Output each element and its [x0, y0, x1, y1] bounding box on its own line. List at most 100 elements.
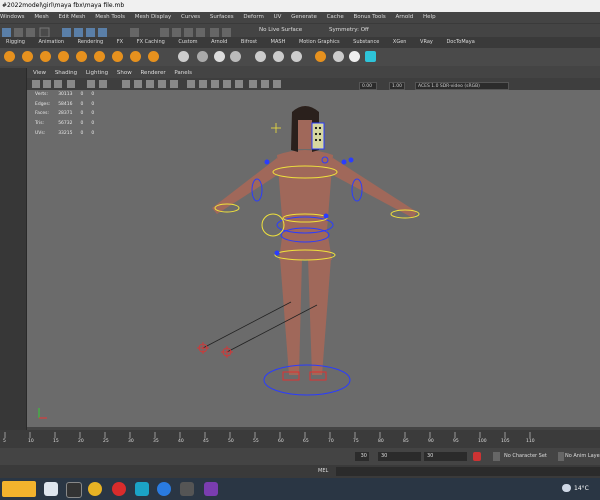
tab-substance[interactable]: Substance — [347, 37, 385, 48]
shelf-mesh-icon[interactable] — [197, 51, 208, 62]
lights-icon[interactable] — [158, 80, 166, 88]
tab-mash[interactable]: MASH — [265, 37, 292, 48]
tab-doctomaya[interactable]: DocToMaya — [440, 37, 480, 48]
tab-fx-caching[interactable]: FX Caching — [131, 37, 171, 48]
shelf-snake-icon[interactable] — [315, 51, 326, 62]
vp-menu-panels[interactable]: Panels — [174, 70, 192, 76]
render-view-icon[interactable] — [210, 28, 219, 37]
range-start-field[interactable]: 30 — [378, 452, 421, 461]
shelf-cube-icon[interactable] — [214, 51, 225, 62]
render-frame-icon[interactable] — [160, 28, 169, 37]
vp-menu-shading[interactable]: Shading — [55, 70, 77, 76]
snap-curve-icon[interactable] — [62, 28, 71, 37]
shelf-tool-icon[interactable] — [40, 51, 51, 62]
exposure-field[interactable]: 0.00 — [359, 82, 377, 90]
object-mode-icon[interactable] — [26, 28, 35, 37]
tab-xgen[interactable]: XGen — [387, 37, 413, 48]
vp-menu-show[interactable]: Show — [117, 70, 132, 76]
shelf-tool-icon[interactable] — [148, 51, 159, 62]
app-icon[interactable] — [204, 482, 218, 496]
shelf-tool-icon[interactable] — [58, 51, 69, 62]
dof-icon[interactable] — [249, 80, 257, 88]
gamma-field[interactable]: 1.00 — [389, 82, 405, 90]
tab-motion-graphics[interactable]: Motion Graphics — [293, 37, 346, 48]
tab-animation[interactable]: Animation — [33, 37, 71, 48]
xray-icon[interactable] — [199, 80, 207, 88]
render-settings-icon[interactable] — [184, 28, 193, 37]
history-icon[interactable] — [130, 28, 139, 37]
knee-pole-controls[interactable] — [197, 342, 233, 358]
snap-point-icon[interactable] — [74, 28, 83, 37]
menu-mesh-display[interactable]: Mesh Display — [135, 14, 172, 20]
hierarchy-icon[interactable] — [14, 28, 23, 37]
ipr-render-icon[interactable] — [172, 28, 181, 37]
aa-icon[interactable] — [235, 80, 243, 88]
menu-mesh[interactable]: Mesh — [34, 14, 48, 20]
shelf-skull-icon[interactable] — [349, 51, 360, 62]
shelf-deform-icon[interactable] — [273, 51, 284, 62]
time-slider[interactable]: 5 10 15 20 25 30 35 40 45 50 55 60 65 70… — [0, 430, 600, 448]
auto-key-icon[interactable] — [473, 452, 481, 461]
mel-label[interactable]: MEL — [318, 465, 328, 478]
motion-blur-icon[interactable] — [261, 80, 269, 88]
shelf-tool-icon[interactable] — [22, 51, 33, 62]
menu-help[interactable]: Help — [423, 14, 436, 20]
camera-icon[interactable] — [32, 80, 40, 88]
opera-icon[interactable] — [112, 482, 126, 496]
shelf-tool-icon[interactable] — [130, 51, 141, 62]
smooth-shade-icon[interactable] — [134, 80, 142, 88]
ao-icon[interactable] — [223, 80, 231, 88]
hypershade-icon[interactable] — [196, 28, 205, 37]
shelf-tool-icon[interactable] — [333, 51, 344, 62]
tab-custom[interactable]: Custom — [172, 37, 203, 48]
live-surface-label[interactable]: No Live Surface — [259, 24, 302, 37]
shelf-tool-icon[interactable] — [76, 51, 87, 62]
textured-icon[interactable] — [146, 80, 154, 88]
search-icon[interactable] — [44, 482, 58, 496]
menu-uv[interactable]: UV — [274, 14, 282, 20]
camera-attr-icon[interactable] — [43, 80, 51, 88]
shelf-sphere-icon[interactable] — [230, 51, 241, 62]
snap-view-icon[interactable] — [86, 28, 95, 37]
snap-surface-icon[interactable] — [98, 28, 107, 37]
shelf-tool-icon[interactable] — [4, 51, 15, 62]
menu-surfaces[interactable]: Surfaces — [210, 14, 234, 20]
shelf-star-icon[interactable] — [178, 51, 189, 62]
maya-icon[interactable] — [135, 482, 149, 496]
tab-rigging[interactable]: Rigging — [0, 37, 31, 48]
command-input[interactable] — [336, 467, 600, 476]
anim-layer-select[interactable]: No Anim Layer — [565, 448, 600, 465]
app-c-icon[interactable] — [157, 482, 171, 496]
range-end-field[interactable]: 30 — [424, 452, 467, 461]
menu-bonus-tools[interactable]: Bonus Tools — [353, 14, 385, 20]
tab-fx[interactable]: FX — [111, 37, 129, 48]
vp-menu-lighting[interactable]: Lighting — [86, 70, 108, 76]
tab-bifrost[interactable]: Bifrost — [235, 37, 263, 48]
menu-edit-mesh[interactable]: Edit Mesh — [59, 14, 86, 20]
weather-widget-icon[interactable] — [2, 481, 36, 497]
menu-mesh-tools[interactable]: Mesh Tools — [95, 14, 125, 20]
menu-deform[interactable]: Deform — [243, 14, 263, 20]
film-gate-icon[interactable] — [99, 80, 107, 88]
tab-rendering[interactable]: Rendering — [72, 37, 110, 48]
shelf-deform-icon[interactable] — [255, 51, 266, 62]
gamma-icon[interactable] — [273, 80, 281, 88]
menu-cache[interactable]: Cache — [327, 14, 344, 20]
image-plane-icon[interactable] — [67, 80, 75, 88]
shelf-tool-icon[interactable] — [112, 51, 123, 62]
locator-icon[interactable] — [271, 123, 281, 133]
select-mode-icon[interactable] — [2, 28, 11, 37]
character-set-select[interactable]: No Character Set — [504, 448, 547, 465]
wireframe-icon[interactable] — [122, 80, 130, 88]
snap-grid-icon[interactable] — [39, 27, 50, 38]
isolate-icon[interactable] — [187, 80, 195, 88]
vp-menu-view[interactable]: View — [33, 70, 46, 76]
bookmark-icon[interactable] — [54, 80, 62, 88]
task-view-icon[interactable] — [66, 482, 82, 498]
menu-windows[interactable]: Windows — [0, 14, 25, 20]
shadows-icon[interactable] — [170, 80, 178, 88]
start-frame-field[interactable]: 30 — [355, 452, 369, 461]
viewport-3d[interactable]: Verts: 30113 0 0 Edges: 58416 0 0 Faces: 28371 0… — [27, 90, 600, 427]
symmetry-label[interactable]: Symmetry: Off — [329, 24, 369, 37]
menu-curves[interactable]: Curves — [181, 14, 200, 20]
